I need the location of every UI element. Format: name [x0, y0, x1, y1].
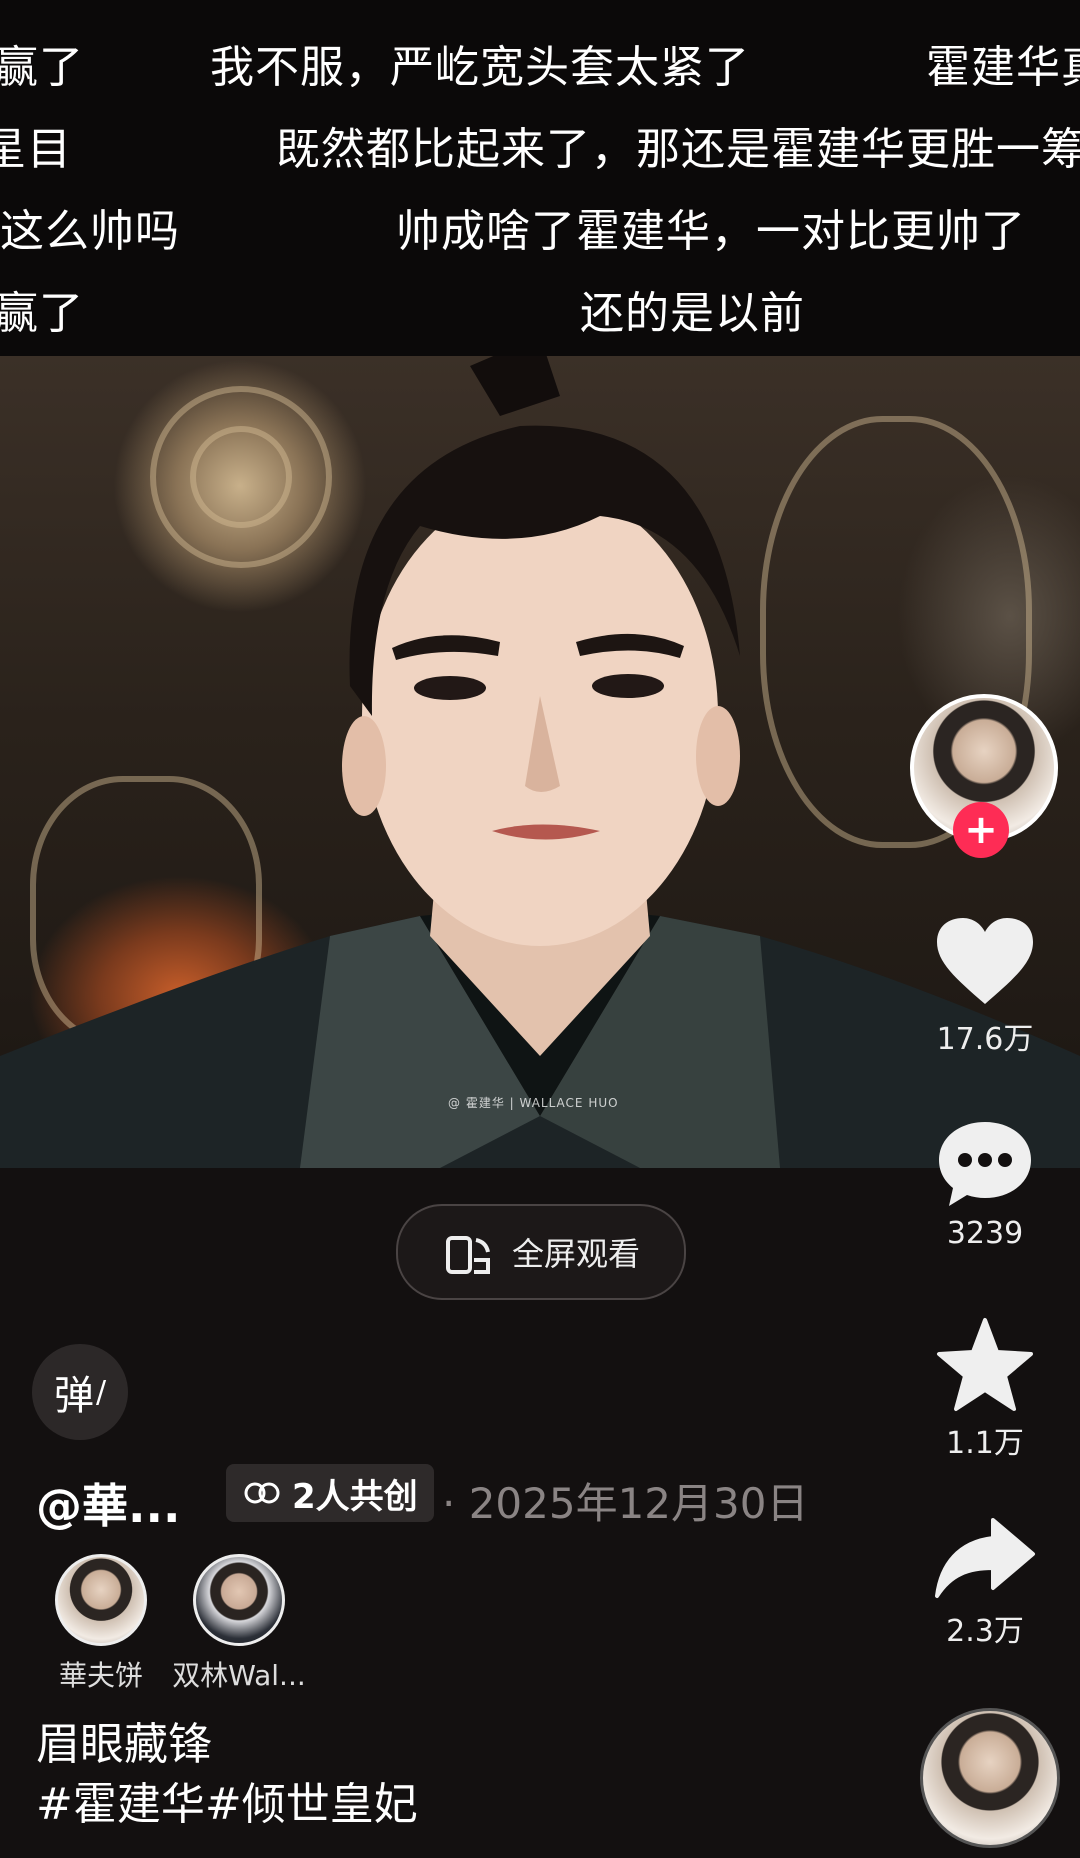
creator-name: 華夫饼	[58, 1659, 143, 1692]
favorite-count: 1.1万	[946, 1426, 1024, 1461]
share-count: 2.3万	[946, 1614, 1024, 1649]
like-button[interactable]: 17.6万	[920, 916, 1050, 1058]
danmaku-comment: 霍建华真	[926, 42, 1080, 93]
danmaku-comment: 我不服，严屹宽头套太紧了	[210, 42, 750, 93]
star-icon	[937, 1318, 1033, 1411]
caption-hashtags[interactable]: #霍建华#倾世皇妃	[36, 1768, 418, 1832]
share-button[interactable]: 2.3万	[920, 1516, 1050, 1650]
link-rings-icon	[244, 1482, 280, 1504]
danmaku-comment: 赢了	[0, 288, 84, 339]
post-date: · 2025年12月30日	[442, 1479, 809, 1528]
fullscreen-label: 全屏观看	[511, 1235, 640, 1273]
danmaku-comment: 还的是以前	[580, 288, 805, 339]
follow-button[interactable]: +	[953, 802, 1009, 858]
author-name[interactable]: @華...	[36, 1470, 180, 1536]
favorite-button[interactable]: 1.1万	[920, 1316, 1050, 1462]
caption-title: 眉眼藏锋	[36, 1719, 212, 1770]
cocreate-badge[interactable]: 2人共创	[226, 1464, 434, 1522]
cocreate-label: 2人共创	[292, 1476, 418, 1517]
danmu-toggle-label: 弹	[53, 1373, 94, 1419]
like-count: 17.6万	[936, 1022, 1034, 1057]
video-watermark: @ 霍建华 | WALLACE HUO	[448, 1096, 619, 1110]
plus-icon: +	[964, 807, 998, 853]
creator-item[interactable]: 双林Wal...	[164, 1554, 314, 1694]
danmu-toggle-button[interactable]: 弹 /	[32, 1344, 128, 1440]
comment-count: 3239	[946, 1216, 1024, 1251]
danmu-slash-icon: /	[95, 1374, 107, 1410]
rotate-phone-icon	[445, 1236, 490, 1274]
creator-avatar	[193, 1554, 285, 1646]
creator-item[interactable]: 華夫饼	[26, 1554, 176, 1694]
fullscreen-button[interactable]: 全屏观看	[396, 1204, 686, 1300]
danmaku-comment: 这么帅吗	[0, 206, 180, 257]
danmaku-comment: 星目	[0, 124, 72, 175]
danmaku-comment: 赢了	[0, 42, 84, 93]
danmaku-comment: 帅成啥了霍建华，一对比更帅了	[396, 206, 1026, 257]
share-arrow-icon	[935, 1518, 1035, 1598]
danmaku-comment: 既然都比起来了，那还是霍建华更胜一筹	[276, 124, 1080, 175]
comment-button[interactable]: 3239	[920, 1118, 1050, 1251]
heart-icon	[937, 918, 1033, 1004]
comment-bubble-icon	[939, 1122, 1031, 1206]
creator-name: 双林Wal...	[172, 1659, 306, 1692]
music-disc[interactable]	[920, 1708, 1060, 1848]
creator-avatar	[55, 1554, 147, 1646]
danmaku-layer: 赢了 我不服，严屹宽头套太紧了 霍建华真 星目 既然都比起来了，那还是霍建华更胜…	[0, 0, 1080, 356]
